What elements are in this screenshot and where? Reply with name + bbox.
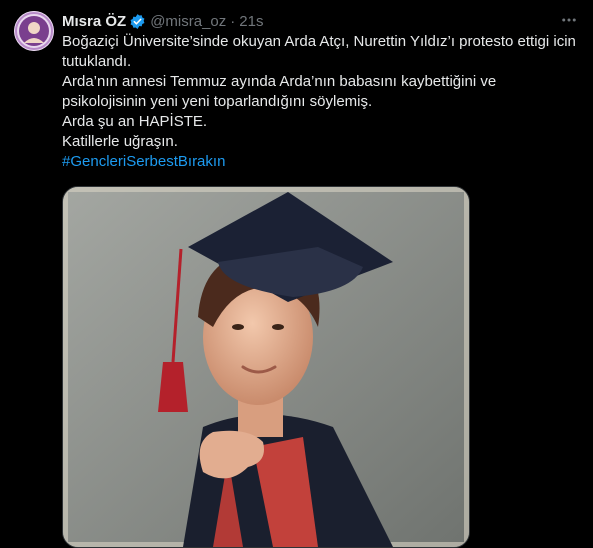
avatar[interactable] <box>14 11 54 51</box>
tweet-line: Katillerle uğraşın. <box>62 133 178 150</box>
tweet-line: Arda’nın annesi Temmuz ayında Arda’nın b… <box>62 73 497 110</box>
tweet-card: Mısra ÖZ @misra_oz · 21s Boğaziçi Üniver… <box>0 0 593 548</box>
more-options-icon[interactable] <box>559 10 579 30</box>
verified-badge-icon <box>129 13 146 30</box>
tweet-media-image[interactable] <box>62 186 470 548</box>
tweet-text: Boğaziçi Üniversite’sinde okuyan Arda At… <box>62 32 582 172</box>
tweet-line: Arda şu an HAPİSTE. <box>62 113 208 130</box>
tweet-header: Mısra ÖZ @misra_oz · 21s <box>62 11 263 31</box>
author-name[interactable]: Mısra ÖZ <box>62 13 126 30</box>
graduation-photo <box>63 187 469 547</box>
tweet-timestamp[interactable]: 21s <box>239 13 263 30</box>
hashtag-link[interactable]: #GencleriSerbestBırakın <box>62 152 582 172</box>
author-handle[interactable]: @misra_oz <box>150 13 226 30</box>
dot-separator: · <box>230 12 236 30</box>
tweet-line: Boğaziçi Üniversite’sinde okuyan Arda At… <box>62 33 576 70</box>
